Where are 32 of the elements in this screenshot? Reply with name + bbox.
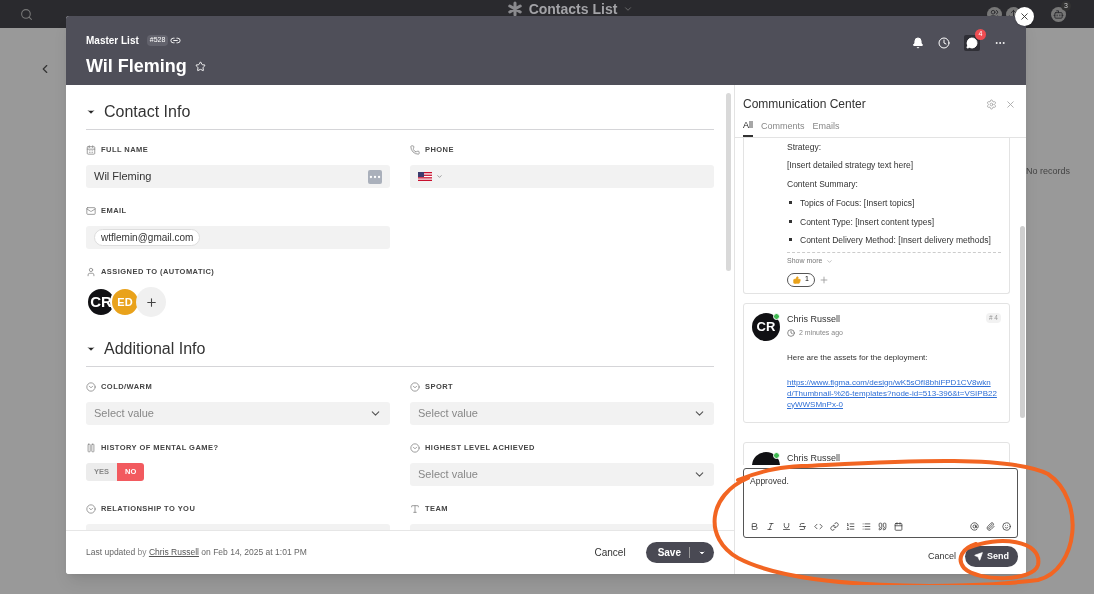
comment-composer[interactable]: Approved.	[743, 468, 1018, 538]
composer-text: Approved.	[750, 475, 790, 488]
comment-text: [Insert detailed strategy text here]	[787, 159, 915, 172]
tab[interactable]: Emails	[812, 119, 840, 137]
bullet-text: Content Delivery Method: [Insert delivery methods]	[800, 234, 991, 247]
email-chip[interactable]: wtflemin@gmail.com	[94, 229, 201, 246]
page-title: Contacts List	[528, 2, 618, 16]
tab[interactable]: All	[743, 119, 753, 137]
comment-text: Here are the assets for the deployment:	[787, 351, 929, 364]
email-field[interactable]: wtflemin@gmail.com	[86, 226, 390, 249]
cancel-button[interactable]: Cancel	[594, 545, 626, 560]
empty-message: No records	[1026, 165, 1070, 178]
figma-link[interactable]: https://www.figma.com/design/wK5sOfI8bhiFPD1CV8wknd/Thumbnail-%26-templates?node-id=513-396&t=VSIPB22cyWWSMnPx-0	[787, 376, 1001, 410]
user-link[interactable]: Chris Russell	[148, 547, 199, 558]
tab[interactable]: Comments	[761, 119, 805, 137]
bullet-text: Content Type: [Insert content types]	[800, 215, 935, 229]
comment-text: Content Summary:	[787, 178, 859, 191]
cancel-button[interactable]: Cancel	[927, 549, 956, 564]
section-title[interactable]: Contact Info	[104, 100, 191, 124]
author-name: Chris Russell	[787, 312, 840, 326]
author-name: Chris Russell	[787, 451, 840, 465]
save-button[interactable]: Save	[645, 542, 714, 563]
list-name[interactable]: Master List	[86, 33, 139, 48]
section-title[interactable]: Additional Info	[104, 337, 206, 361]
avatar: CR	[752, 312, 780, 341]
panel-title: Communication Center	[743, 96, 866, 113]
send-button[interactable]: Send	[965, 546, 1018, 567]
last-updated-text: Last updated by Chris Russell on Feb 14, 2025 at 1:01 PM	[86, 546, 307, 559]
bullet-text: Topics of Focus: [Insert topics]	[800, 196, 915, 210]
record-title: Wil Fleming	[86, 55, 187, 78]
text-field[interactable]: Wil Fleming	[86, 165, 390, 188]
comment-text: Strategy:	[787, 140, 823, 154]
